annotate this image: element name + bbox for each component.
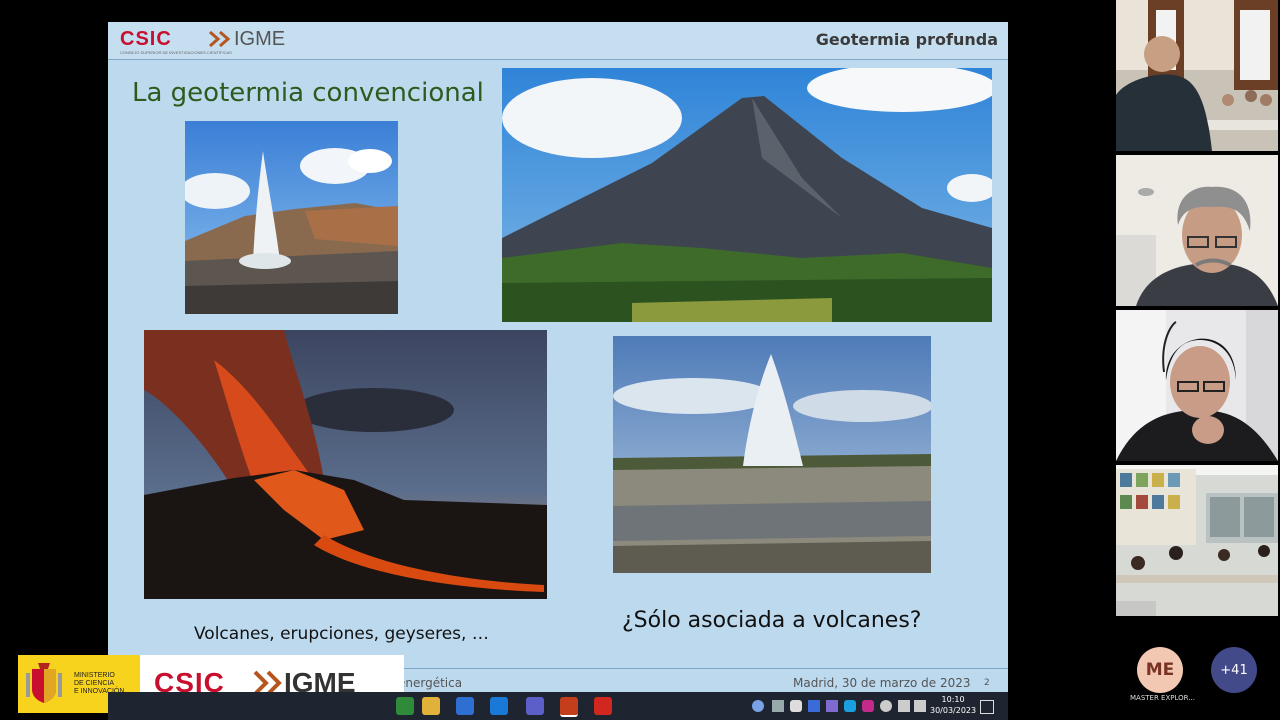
system-clock[interactable]: 10:10 30/03/2023 <box>930 694 976 716</box>
volume-icon[interactable] <box>914 700 926 712</box>
geyser-photo <box>185 121 398 314</box>
volcano-photo <box>502 68 992 322</box>
participant-video-room[interactable] <box>1116 0 1278 151</box>
participant-name: MASTER EXPLOR... <box>1130 694 1195 702</box>
more-participants-button[interactable]: +41 <box>1211 647 1257 693</box>
caption-question: ¿Sólo asociada a volcanes? <box>622 608 922 633</box>
folder-icon[interactable] <box>422 697 440 715</box>
slide-header-title: Geotermia profunda <box>815 30 998 49</box>
participant-avatar[interactable]: ME <box>1137 647 1183 693</box>
help-icon[interactable] <box>752 700 764 712</box>
participant-video-classroom[interactable] <box>1116 465 1278 616</box>
caption-volcanoes: Volcanes, erupciones, geyseres, … <box>194 624 489 644</box>
cloud-icon[interactable] <box>808 700 820 712</box>
csic-logo-subtitle: CONSEJO SUPERIOR DE INVESTIGACIONES CIEN… <box>120 50 232 55</box>
windows-taskbar: 10:10 30/03/2023 <box>108 692 1008 720</box>
wifi-icon[interactable] <box>898 700 910 712</box>
tray-pink-icon[interactable] <box>862 700 874 712</box>
slide-title: La geotermia convencional <box>132 78 484 108</box>
presentation-slide: CSIC CONSEJO SUPERIOR DE INVESTIGACIONES… <box>108 22 1008 692</box>
geyser-field-photo <box>613 336 931 573</box>
page-number: 2 <box>984 678 990 688</box>
participant-video-woman[interactable] <box>1116 310 1278 461</box>
footer-date: Madrid, 30 de marzo de 2023 <box>793 676 971 690</box>
shield-icon[interactable] <box>880 700 892 712</box>
eruption-photo <box>144 330 547 599</box>
tray-purple-icon[interactable] <box>826 700 838 712</box>
tray-app-icon[interactable] <box>772 700 784 712</box>
store-icon[interactable] <box>456 697 474 715</box>
footer-left-text: energética <box>398 676 463 690</box>
participant-video-man[interactable] <box>1116 155 1278 306</box>
slide-header: CSIC CONSEJO SUPERIOR DE INVESTIGACIONES… <box>108 22 1008 60</box>
igme-logo: IGME <box>234 28 286 50</box>
notifications-icon[interactable] <box>980 700 994 714</box>
app-icon[interactable] <box>396 697 414 715</box>
acrobat-icon[interactable] <box>594 697 612 715</box>
clock-time: 10:10 <box>941 695 965 704</box>
csic-logo: CSIC <box>120 28 172 50</box>
mail-icon[interactable] <box>490 697 508 715</box>
coat-of-arms-icon <box>26 663 62 703</box>
skype-icon[interactable] <box>844 700 856 712</box>
powerpoint-icon[interactable] <box>560 697 578 717</box>
clock-date: 30/03/2023 <box>930 706 977 715</box>
microphone-icon[interactable] <box>790 700 802 712</box>
igme-mark-icon <box>209 30 231 48</box>
teams-icon[interactable] <box>526 697 544 715</box>
